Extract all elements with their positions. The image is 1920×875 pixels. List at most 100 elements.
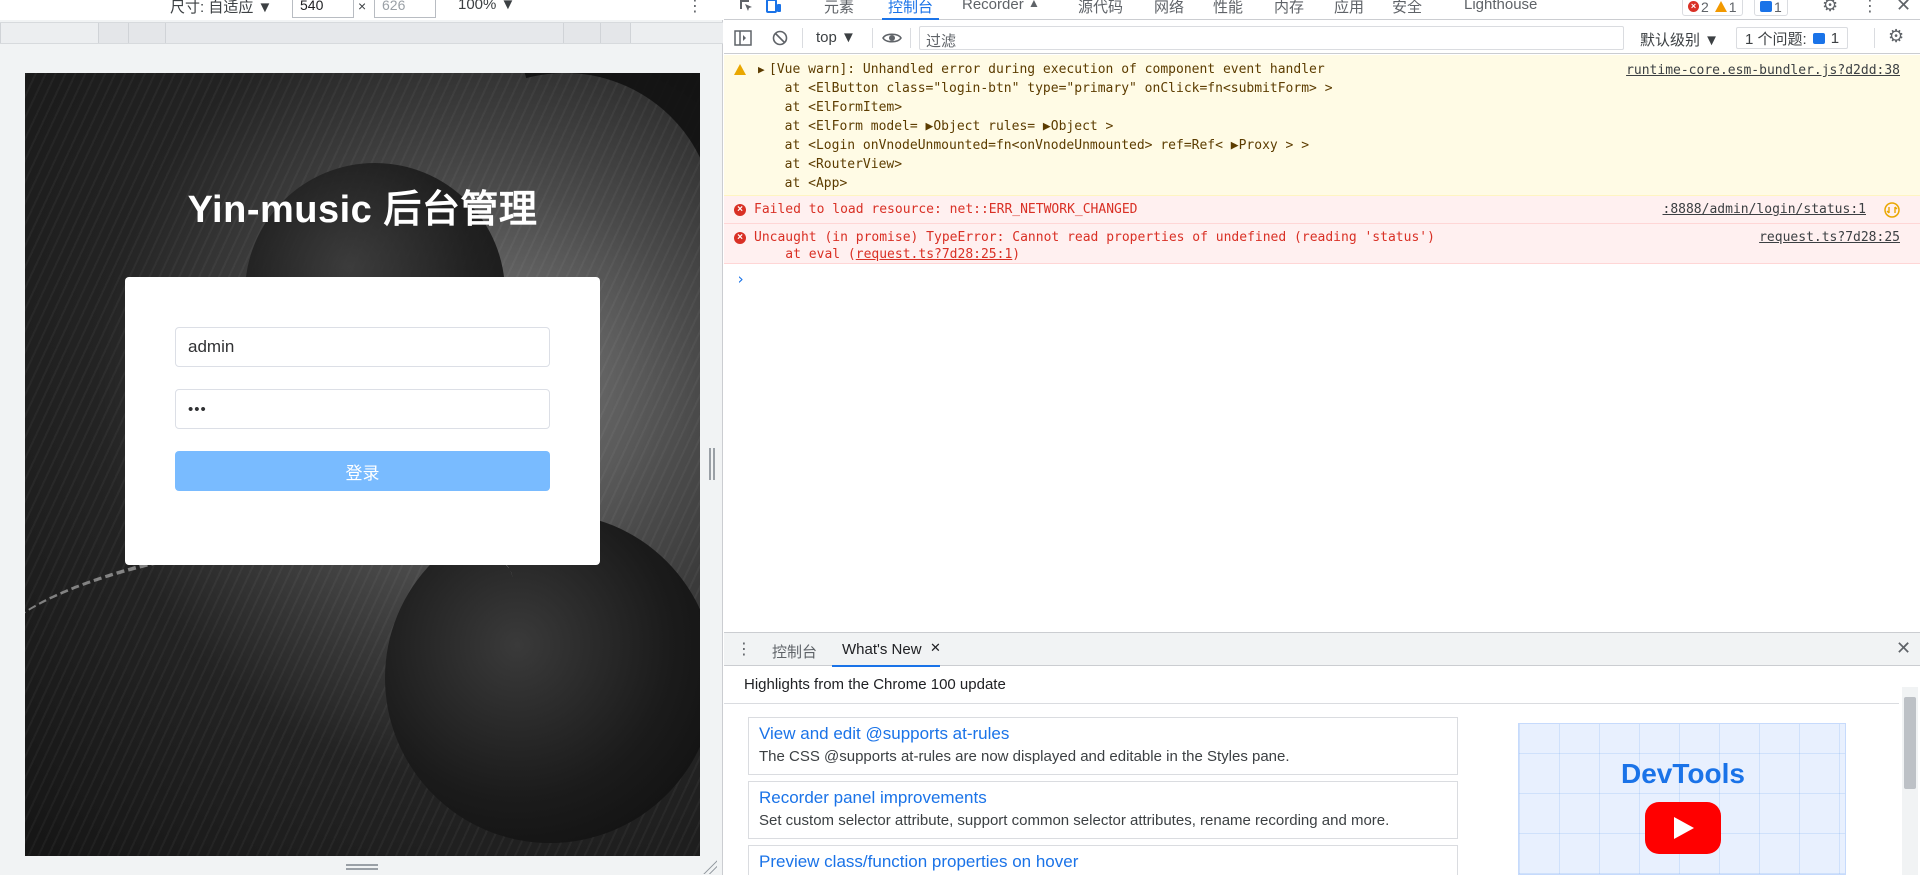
settings-gear-icon[interactable]: ⚙ — [1822, 0, 1838, 16]
device-emulation-pane: 尺寸: 自适应 ▼ 540 × 626 100% ▼ ⋮ Yin-music 后… — [0, 0, 723, 875]
viewport-height-resize-handle[interactable] — [346, 864, 378, 870]
console-prompt[interactable]: › — [736, 270, 745, 288]
ruler-segment[interactable] — [600, 23, 630, 43]
console-error-message[interactable]: × Uncaught (in promise) TypeError: Canno… — [724, 224, 1920, 264]
close-tab-icon[interactable]: ✕ — [930, 640, 941, 656]
panel-scrollbar[interactable] — [1902, 687, 1918, 875]
warning-line[interactable]: at <ElForm model= ▶Object rules= ▶Object… — [769, 119, 1114, 134]
tab-network[interactable]: 网络 — [1154, 0, 1184, 17]
context-selector[interactable]: top ▼ — [816, 29, 856, 46]
drawer-tab-whats-new[interactable]: What's New — [832, 641, 940, 667]
device-height-input[interactable]: 626 — [374, 0, 436, 18]
device-size-dropdown[interactable]: 尺寸: 自适应 ▼ — [170, 0, 272, 17]
tab-application[interactable]: 应用 — [1334, 0, 1364, 17]
feature-card[interactable]: Recorder panel improvements Set custom s… — [748, 781, 1458, 839]
warning-line: at <RouterView> — [769, 157, 903, 172]
error-source-link[interactable]: :8888/admin/login/status:1 — [1663, 202, 1867, 217]
live-expression-eye-icon[interactable] — [882, 31, 902, 45]
ruler-segment[interactable] — [165, 23, 563, 43]
tab-sources[interactable]: 源代码 — [1078, 0, 1123, 17]
login-button[interactable]: 登录 — [175, 451, 550, 491]
username-input[interactable]: admin — [175, 327, 550, 367]
close-drawer-icon[interactable]: ✕ — [1896, 638, 1911, 659]
warning-line[interactable]: at <Login onVnodeUnmounted=fn<onVnodeUnm… — [769, 138, 1309, 153]
error-source-link[interactable]: request.ts?7d28:25 — [1759, 230, 1900, 245]
viewport-width-resize-handle[interactable] — [709, 448, 715, 480]
message-count: 1 — [1774, 0, 1782, 15]
toolbar-divider — [872, 28, 873, 48]
feature-card[interactable]: Preview class/function properties on hov… — [748, 845, 1458, 875]
error-count: 2 — [1701, 0, 1709, 15]
toolbar-divider — [802, 28, 803, 48]
feature-title[interactable]: Preview class/function properties on hov… — [759, 852, 1447, 872]
ruler-segment[interactable] — [0, 23, 98, 43]
error-icon: × — [734, 232, 746, 244]
error-text: Uncaught (in promise) TypeError: Cannot … — [754, 230, 1435, 245]
warning-source-link[interactable]: runtime-core.esm-bundler.js?d2dd:38 — [1626, 63, 1900, 78]
log-levels-dropdown[interactable]: 默认级别 ▼ — [1640, 29, 1719, 50]
warning-line: at <ElButton class="login-btn" type="pri… — [769, 81, 1333, 96]
console-messages: ▶ [Vue warn]: Unhandled error during exe… — [724, 55, 1920, 630]
message-icon — [1760, 1, 1772, 12]
highlights-heading: Highlights from the Chrome 100 update — [744, 676, 1006, 693]
ruler-segment[interactable] — [98, 23, 128, 43]
ruler-segment[interactable] — [128, 23, 165, 43]
error-icon: × — [1688, 1, 1699, 12]
inspect-element-icon[interactable] — [738, 0, 754, 14]
whats-new-panel: Highlights from the Chrome 100 update Vi… — [724, 667, 1920, 875]
feature-card[interactable]: View and edit @supports at-rules The CSS… — [748, 717, 1458, 775]
stack-link[interactable]: request.ts?7d28:25:1 — [856, 247, 1013, 262]
feature-title[interactable]: View and edit @supports at-rules — [759, 724, 1447, 744]
scrollbar-thumb[interactable] — [1904, 697, 1916, 789]
console-settings-gear-icon[interactable]: ⚙ — [1888, 26, 1904, 47]
tab-recorder[interactable]: Recorder — [962, 0, 1024, 13]
sidebar-toggle-icon[interactable] — [734, 30, 752, 46]
ruler-segment[interactable] — [563, 23, 600, 43]
tab-elements[interactable]: 元素 — [824, 0, 854, 17]
error-stack-line: at eval (request.ts?7d28:25:1) — [754, 247, 1020, 262]
page-viewport: Yin-music 后台管理 admin ••• 登录 — [25, 73, 700, 856]
close-devtools-icon[interactable]: ✕ — [1896, 0, 1911, 16]
devtools-more-icon[interactable]: ⋮ — [1862, 0, 1878, 16]
promo-brand: DevTools — [1621, 758, 1745, 789]
media-query-ruler[interactable] — [0, 22, 723, 44]
drawer-tab-bar: ⋮ 控制台 What's New ✕ ✕ — [724, 632, 1920, 667]
toolbar-divider — [1874, 28, 1875, 48]
youtube-play-icon[interactable] — [1645, 802, 1721, 854]
screen: 尺寸: 自适应 ▼ 540 × 626 100% ▼ ⋮ Yin-music 后… — [0, 0, 1920, 875]
device-more-icon[interactable]: ⋮ — [687, 0, 703, 16]
drawer-more-icon[interactable]: ⋮ — [736, 639, 752, 659]
error-warning-counter[interactable]: × 2 1 — [1682, 0, 1743, 16]
network-request-icon[interactable] — [1884, 202, 1900, 218]
ruler-segment[interactable] — [630, 23, 723, 43]
feature-description: Set custom selector attribute, support c… — [759, 812, 1390, 829]
warning-icon — [734, 64, 746, 75]
issues-button[interactable]: 1 个问题: 1 — [1736, 27, 1849, 49]
feature-title[interactable]: Recorder panel improvements — [759, 788, 1447, 808]
viewport-corner-resize-handle[interactable] — [703, 860, 717, 874]
console-error-message[interactable]: × Failed to load resource: net::ERR_NETW… — [724, 196, 1920, 224]
tab-performance[interactable]: 性能 — [1213, 0, 1243, 17]
devtools-video-promo[interactable]: DevTools — [1518, 723, 1846, 875]
password-input[interactable]: ••• — [175, 389, 550, 429]
console-warning-message[interactable]: ▶ [Vue warn]: Unhandled error during exe… — [724, 55, 1920, 196]
issues-count: 1 — [1830, 29, 1840, 47]
device-width-input[interactable]: 540 — [292, 0, 354, 18]
console-toolbar: top ▼ 过滤 默认级别 ▼ 1 个问题: 1 ⚙ — [724, 21, 1920, 54]
tab-console[interactable]: 控制台 — [881, 0, 940, 20]
toolbar-divider — [910, 28, 911, 48]
panel-divider — [724, 703, 1899, 704]
tab-memory[interactable]: 内存 — [1274, 0, 1304, 17]
drawer-tab-console[interactable]: 控制台 — [772, 641, 817, 662]
tab-lighthouse[interactable]: Lighthouse — [1464, 0, 1537, 13]
clear-console-icon[interactable] — [772, 30, 788, 46]
error-icon: × — [734, 204, 746, 216]
zoom-dropdown[interactable]: 100% ▼ — [458, 0, 515, 13]
device-toolbar-toggle-icon[interactable] — [766, 0, 782, 14]
warning-count: 1 — [1728, 0, 1737, 15]
message-counter[interactable]: 1 — [1754, 0, 1788, 16]
console-filter-input[interactable]: 过滤 — [919, 26, 1624, 50]
tab-security[interactable]: 安全 — [1392, 0, 1422, 17]
expand-arrow-icon[interactable]: ▶ — [758, 63, 765, 76]
login-card: admin ••• 登录 — [125, 277, 600, 565]
